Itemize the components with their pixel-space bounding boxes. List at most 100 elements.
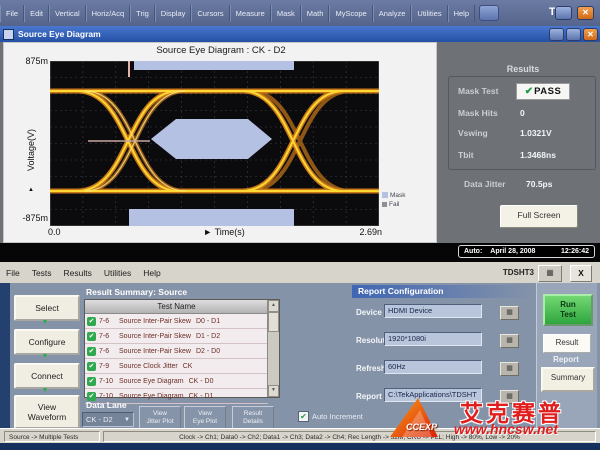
step-arrow-icon: ▼ <box>38 353 52 360</box>
app-menu-help[interactable]: Help <box>137 264 166 282</box>
test-name: Source Inter-Pair Skew <box>119 333 191 340</box>
menu-vertical[interactable]: Vertical <box>49 5 86 22</box>
result-details-button[interactable]: Result Details <box>232 406 274 430</box>
menu-analyze[interactable]: Analyze <box>373 5 412 22</box>
minimize-button[interactable] <box>549 28 564 41</box>
data-jitter-value: 70.5ps <box>526 179 552 189</box>
test-id: 7-9 <box>99 363 115 370</box>
scrollbar-thumb[interactable] <box>268 312 279 332</box>
keyboard-icon[interactable]: ▦ <box>500 334 519 348</box>
report-section-label: Report <box>536 355 596 364</box>
vswing-value: 1.0321V <box>520 128 552 138</box>
test-id: 7-6 <box>99 333 115 340</box>
resolution-field[interactable]: 1920*1080i <box>384 332 482 346</box>
test-name: Source Clock Jitter <box>119 363 178 370</box>
scope-menubar: File Edit Vertical Horiz/Acq Trig Displa… <box>0 0 600 26</box>
data-lane-value: CK - D2 <box>86 415 113 424</box>
maximize-button[interactable] <box>566 28 581 41</box>
test-id: 7-10 <box>99 393 115 400</box>
y-axis-arrow-icon: ▲ <box>28 187 34 193</box>
step-arrow-icon: ▼ <box>38 387 52 394</box>
keyboard-icon[interactable]: ▦ <box>500 390 519 404</box>
pass-check-icon: ✔ <box>87 362 96 371</box>
menu-utilities[interactable]: Utilities <box>411 5 447 22</box>
eye-window-titlebar[interactable]: Source Eye Diagram ✕ <box>0 26 600 42</box>
test-lane: CK <box>183 363 193 370</box>
test-lane: CK - D0 <box>189 378 214 385</box>
configure-button[interactable]: Configure <box>14 329 80 355</box>
menu-myscope[interactable]: MyScope <box>329 5 372 22</box>
auto-increment-checkbox[interactable]: ✔ <box>298 411 309 422</box>
app-menu-file[interactable]: File <box>0 264 26 282</box>
table-row[interactable]: ✔ 7-9 Source Clock Jitter CK <box>85 359 268 374</box>
table-header: Test Name <box>85 300 268 314</box>
mask-hits-value: 0 <box>520 108 525 118</box>
menu-measure[interactable]: Measure <box>230 5 271 22</box>
menu-edit[interactable]: Edit <box>24 5 49 22</box>
mask-test-label: Mask Test <box>458 86 498 96</box>
toolbar-button[interactable] <box>479 5 499 21</box>
x-axis-min-label: 0.0 <box>48 227 61 237</box>
test-results-table[interactable]: Test Name ✔ 7-6 Source Inter-Pair Skew D… <box>84 299 280 398</box>
table-row[interactable]: ✔ 7-6 Source Inter-Pair Skew D0 - D1 <box>85 314 268 329</box>
test-id: 7-6 <box>99 348 115 355</box>
summary-button[interactable]: Summary <box>541 367 595 392</box>
menu-horiz-acq[interactable]: Horiz/Acq <box>86 5 131 22</box>
scroll-down-icon[interactable]: ▼ <box>268 385 279 397</box>
status-source-panel: Source -> Multiple Tests <box>4 431 100 442</box>
minimize-button[interactable] <box>555 6 572 20</box>
test-lane: D0 - D1 <box>196 318 220 325</box>
mask-hits-label: Mask Hits <box>458 108 498 118</box>
app-close-button[interactable]: X <box>570 265 592 282</box>
app-menu-utilities[interactable]: Utilities <box>98 264 137 282</box>
result-button[interactable]: Result <box>543 334 591 353</box>
view-eye-plot-button[interactable]: View Eye Plot <box>184 406 226 430</box>
menu-cursors[interactable]: Cursors <box>191 5 229 22</box>
select-button[interactable]: Select <box>14 295 80 321</box>
table-row[interactable]: ✔ 7-6 Source Inter-Pair Skew D1 - D2 <box>85 329 268 344</box>
menu-help[interactable]: Help <box>448 5 475 22</box>
menu-mask[interactable]: Mask <box>271 5 301 22</box>
pass-check-icon: ✔ <box>87 377 96 386</box>
keyboard-icon[interactable]: ▦ <box>500 306 519 320</box>
test-name: Source Inter-Pair Skew <box>119 318 191 325</box>
data-lane-select[interactable]: CK - D2 ▼ <box>82 412 134 427</box>
app-menu-results[interactable]: Results <box>58 264 98 282</box>
connect-button[interactable]: Connect <box>14 363 80 389</box>
close-icon[interactable]: ✕ <box>577 6 594 20</box>
menu-file[interactable]: File <box>0 5 24 22</box>
y-axis-max-label: 875m <box>10 56 48 66</box>
run-test-button[interactable]: Run Test <box>543 294 593 326</box>
test-lane: D2 - D0 <box>196 348 220 355</box>
x-axis-max-label: 2.69n <box>348 227 382 237</box>
view-waveform-button[interactable]: View Waveform <box>14 395 80 429</box>
table-scrollbar[interactable]: ▲ ▼ <box>267 300 279 397</box>
test-id: 7-6 <box>99 318 115 325</box>
fail-swatch-icon <box>382 202 387 207</box>
keyboard-icon[interactable]: ▦ <box>538 265 562 282</box>
report-file-field[interactable]: C:\TekApplications\TDSHT <box>384 388 482 402</box>
table-row[interactable]: ✔ 7-6 Source Inter-Pair Skew D2 - D0 <box>85 344 268 359</box>
eye-diagram-plot[interactable] <box>50 61 379 226</box>
menu-display[interactable]: Display <box>155 5 192 22</box>
test-lane: D1 - D2 <box>196 333 220 340</box>
legend-mask-item: Mask <box>382 191 406 200</box>
legend-mask-label: Mask <box>390 192 406 199</box>
scroll-up-icon[interactable]: ▲ <box>268 300 279 312</box>
pass-check-icon: ✔ <box>87 317 96 326</box>
test-name: Source Eye Diagram <box>119 378 184 385</box>
scope-status-strip: Auto: April 28, 2008 12:26:42 <box>0 243 600 262</box>
refresh-rate-field[interactable]: 60Hz <box>384 360 482 374</box>
view-jitter-plot-button[interactable]: View Jitter Plot <box>139 406 181 430</box>
table-row[interactable]: ✔ 7-10 Source Eye Diagram CK - D0 <box>85 374 268 389</box>
full-screen-button[interactable]: Full Screen <box>500 205 578 228</box>
menu-trig[interactable]: Trig <box>130 5 155 22</box>
close-icon[interactable]: ✕ <box>583 28 598 41</box>
menu-math[interactable]: Math <box>301 5 330 22</box>
test-lane: CK - D1 <box>189 393 214 400</box>
results-title: Results <box>450 64 596 74</box>
app-menu-tests[interactable]: Tests <box>26 264 58 282</box>
keyboard-icon[interactable]: ▦ <box>500 362 519 376</box>
acq-date: April 28, 2008 <box>490 248 535 255</box>
device-details-field[interactable]: HDMI Device <box>384 304 482 318</box>
